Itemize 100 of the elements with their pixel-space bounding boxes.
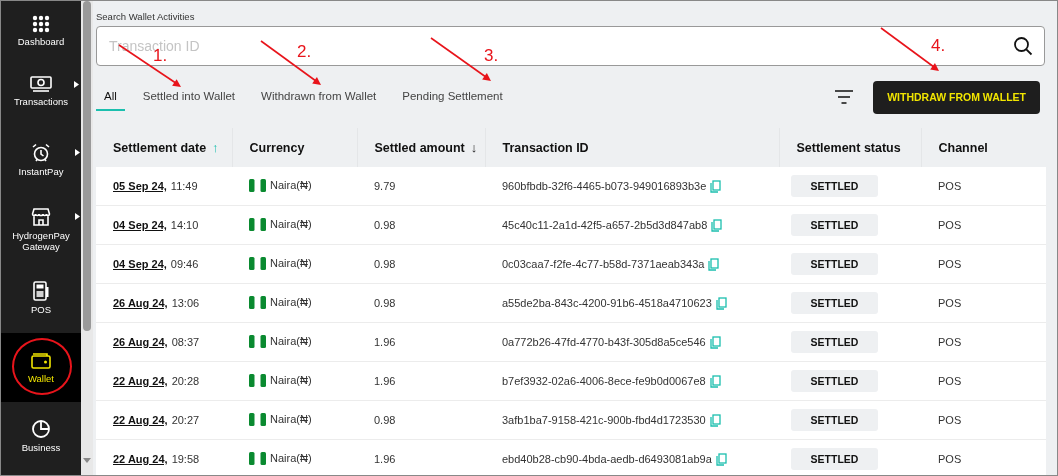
status-badge: SETTLED bbox=[791, 448, 878, 470]
annotation-number: 2. bbox=[297, 43, 312, 60]
channel-text: POS bbox=[938, 375, 962, 387]
status-badge: SETTLED bbox=[791, 253, 878, 275]
currency-text: Naira(₦) bbox=[270, 452, 312, 464]
filter-icon[interactable] bbox=[835, 90, 854, 104]
transaction-id-text: 960bfbdb-32f6-4465-b073-949016893b3e bbox=[502, 180, 707, 192]
pie-chart-icon bbox=[31, 419, 51, 440]
status-badge: SETTLED bbox=[791, 175, 878, 197]
transaction-id-text: a55de2ba-843c-4200-91b6-4518a4710623 bbox=[502, 297, 712, 309]
nav-label: Dashboard bbox=[17, 36, 65, 48]
channel-text: POS bbox=[938, 219, 962, 231]
amount-text: 0.98 bbox=[374, 297, 396, 309]
copy-icon[interactable] bbox=[709, 374, 721, 388]
channel-text: POS bbox=[938, 297, 962, 309]
channel-text: POS bbox=[938, 414, 962, 426]
copy-icon[interactable] bbox=[709, 413, 721, 427]
copy-icon[interactable] bbox=[709, 335, 721, 349]
channel-text: POS bbox=[938, 336, 962, 348]
nav-label: HydrogenPay Gateway bbox=[11, 229, 71, 253]
grid-icon bbox=[32, 15, 50, 33]
amount-text: 9.79 bbox=[374, 180, 396, 192]
nigeria-flag-icon bbox=[249, 178, 266, 192]
channel-text: POS bbox=[938, 180, 962, 192]
currency-text: Naira(₦) bbox=[270, 296, 312, 308]
date-link[interactable]: 26 Aug 24, bbox=[113, 297, 168, 309]
filter-tab[interactable]: Settled into Wallet bbox=[134, 83, 244, 111]
filter-tab[interactable]: Pending Settlement bbox=[394, 83, 511, 111]
alarm-clock-icon bbox=[31, 143, 51, 164]
currency-text: Naira(₦) bbox=[270, 218, 312, 230]
storefront-icon bbox=[31, 206, 51, 227]
nigeria-flag-icon bbox=[249, 334, 266, 348]
filter-tab[interactable]: All bbox=[96, 83, 125, 111]
nigeria-flag-icon bbox=[249, 295, 266, 309]
nigeria-flag-icon bbox=[249, 373, 266, 387]
wallet-icon bbox=[30, 350, 52, 371]
status-badge: SETTLED bbox=[791, 331, 878, 353]
column-header[interactable]: Settlement status bbox=[796, 140, 901, 155]
copy-icon[interactable] bbox=[710, 179, 722, 193]
nav-item[interactable]: HydrogenPay Gateway bbox=[1, 195, 81, 264]
nav-item[interactable]: Transactions bbox=[1, 57, 81, 126]
nav-label: POS bbox=[30, 304, 52, 316]
amount-text: 0.98 bbox=[374, 414, 396, 426]
column-header[interactable]: Settled amount bbox=[374, 140, 465, 155]
time-text: 20:27 bbox=[171, 414, 200, 426]
calculator-icon bbox=[32, 281, 50, 302]
channel-text: POS bbox=[938, 453, 962, 465]
nav-label: Business bbox=[21, 442, 61, 454]
amount-text: 1.96 bbox=[374, 336, 396, 348]
status-badge: SETTLED bbox=[791, 292, 878, 314]
search-label: Search Wallet Activities bbox=[96, 11, 196, 22]
time-text: 20:28 bbox=[171, 375, 200, 387]
currency-text: Naira(₦) bbox=[270, 179, 312, 191]
transaction-id-text: 0c03caa7-f2fe-4c77-b58d-7371aeab343a bbox=[502, 258, 705, 270]
nigeria-flag-icon bbox=[249, 412, 266, 426]
transaction-id-text: 45c40c11-2a1d-42f5-a657-2b5d3d847ab8 bbox=[502, 219, 708, 231]
copy-icon[interactable] bbox=[711, 218, 723, 232]
nav-label: Transactions bbox=[14, 96, 68, 108]
filter-tab[interactable]: Withdrawn from Wallet bbox=[253, 83, 385, 111]
date-link[interactable]: 22 Aug 24, bbox=[113, 453, 168, 465]
nav-label: Wallet bbox=[27, 373, 54, 385]
time-text: 11:49 bbox=[170, 180, 198, 192]
nav-item[interactable]: InstantPay bbox=[1, 126, 81, 195]
transaction-id-text: ebd40b28-cb90-4bda-aedb-d6493081ab9a bbox=[502, 453, 712, 465]
date-link[interactable]: 22 Aug 24, bbox=[113, 375, 168, 387]
time-text: 14:10 bbox=[170, 219, 199, 231]
transaction-id-text: 0a772b26-47fd-4770-b43f-305d8a5ce546 bbox=[502, 336, 706, 348]
date-link[interactable]: 22 Aug 24, bbox=[113, 414, 168, 426]
date-link[interactable]: 04 Sep 24, bbox=[113, 219, 167, 231]
search-icon[interactable] bbox=[1013, 36, 1033, 56]
currency-text: Naira(₦) bbox=[270, 413, 312, 425]
status-badge: SETTLED bbox=[791, 409, 878, 431]
time-text: 19:58 bbox=[171, 453, 200, 465]
column-header[interactable]: Channel bbox=[938, 140, 988, 155]
column-header[interactable]: Settlement date bbox=[113, 140, 207, 155]
copy-icon[interactable] bbox=[715, 452, 727, 466]
copy-icon[interactable] bbox=[708, 257, 720, 271]
withdraw-button[interactable]: WITHDRAW FROM WALLET bbox=[873, 80, 1040, 114]
nav-item[interactable]: Wallet bbox=[1, 333, 81, 402]
copy-icon[interactable] bbox=[715, 296, 727, 310]
nav-label: InstantPay bbox=[18, 166, 64, 178]
nav-item[interactable]: Dashboard bbox=[1, 1, 81, 57]
scrollbar[interactable] bbox=[81, 1, 93, 475]
date-link[interactable]: 05 Sep 24, bbox=[113, 180, 167, 192]
column-header[interactable]: Transaction ID bbox=[502, 140, 589, 155]
date-link[interactable]: 04 Sep 24, bbox=[113, 258, 167, 270]
currency-text: Naira(₦) bbox=[270, 257, 312, 269]
column-header[interactable]: Currency bbox=[249, 140, 305, 155]
time-text: 08:37 bbox=[171, 336, 200, 348]
nigeria-flag-icon bbox=[249, 217, 266, 231]
date-link[interactable]: 26 Aug 24, bbox=[113, 336, 168, 348]
sort-arrow[interactable]: ↓ bbox=[470, 140, 478, 155]
status-badge: SETTLED bbox=[791, 370, 878, 392]
annotation-arrow bbox=[260, 40, 321, 85]
banknote-icon bbox=[30, 75, 52, 94]
amount-text: 1.96 bbox=[374, 375, 396, 387]
nav-item[interactable]: POS bbox=[1, 264, 81, 333]
amount-text: 1.96 bbox=[374, 453, 396, 465]
nav-item[interactable]: Business bbox=[1, 402, 81, 471]
scroll-down-icon[interactable] bbox=[83, 458, 91, 463]
